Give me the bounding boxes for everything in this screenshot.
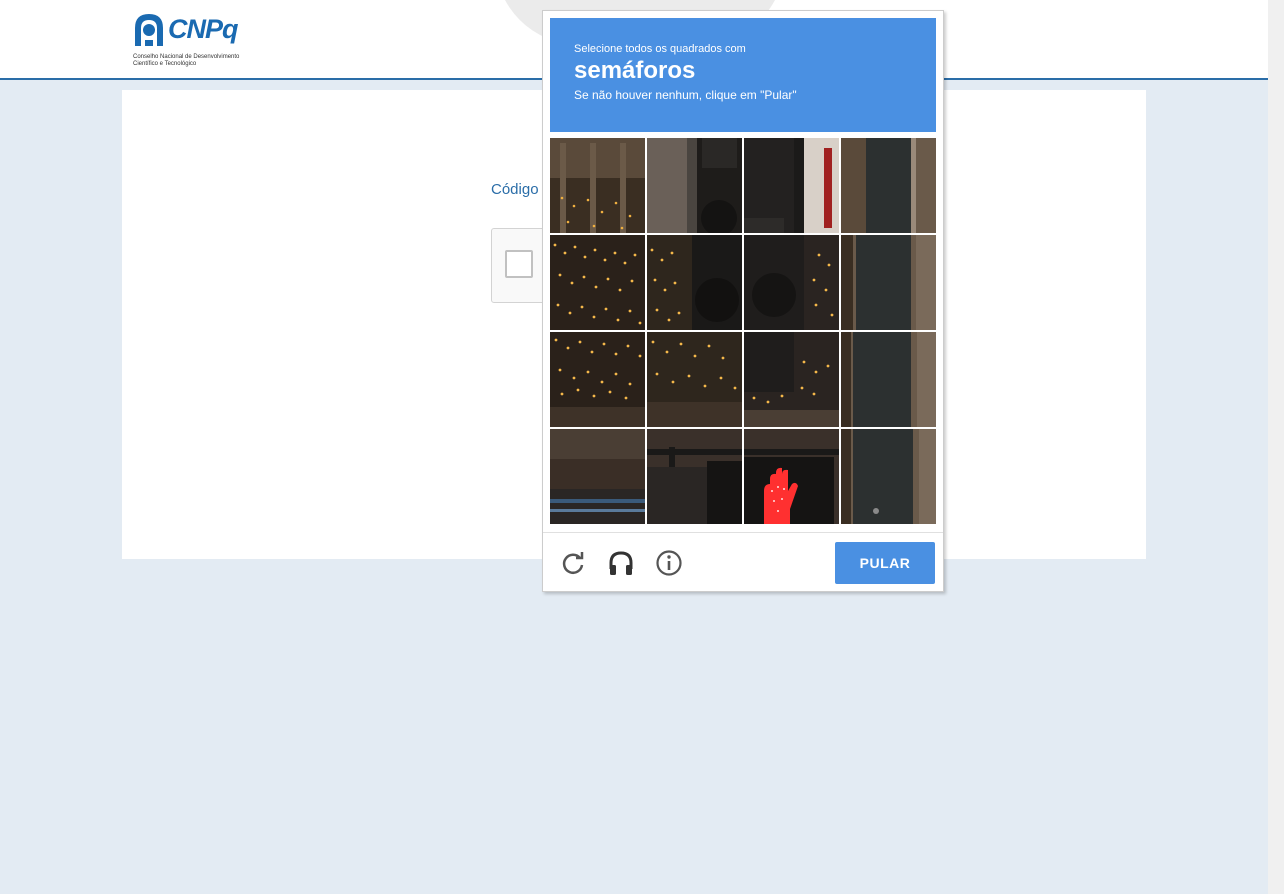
- page-scrollbar[interactable]: [1268, 0, 1284, 894]
- challenge-tile[interactable]: [841, 235, 936, 330]
- challenge-skip-hint: Se não houver nenhum, clique em "Pular": [574, 88, 797, 102]
- challenge-tile[interactable]: [744, 332, 839, 427]
- reload-icon[interactable]: [559, 549, 587, 577]
- challenge-instruction: Selecione todos os quadrados com: [574, 43, 746, 55]
- challenge-tile[interactable]: [647, 332, 742, 427]
- challenge-image-grid: [550, 138, 936, 524]
- audio-icon[interactable]: [607, 549, 635, 577]
- codigo-label: Código: [491, 181, 539, 198]
- challenge-tile[interactable]: [550, 429, 645, 524]
- skip-button[interactable]: PULAR: [835, 542, 935, 584]
- challenge-tile[interactable]: [550, 235, 645, 330]
- challenge-header: Selecione todos os quadrados com semáfor…: [550, 18, 936, 132]
- challenge-tile[interactable]: [841, 429, 936, 524]
- challenge-keyword: semáforos: [574, 57, 696, 84]
- captcha-challenge: Selecione todos os quadrados com semáfor…: [542, 10, 944, 592]
- challenge-tile[interactable]: [647, 429, 742, 524]
- challenge-tile[interactable]: [841, 332, 936, 427]
- challenge-tile[interactable]: [841, 138, 936, 233]
- challenge-tile[interactable]: [550, 138, 645, 233]
- challenge-tile[interactable]: [744, 429, 839, 524]
- logo-text: CNPq: [168, 14, 238, 44]
- challenge-tile[interactable]: [744, 138, 839, 233]
- info-icon[interactable]: [655, 549, 683, 577]
- recaptcha-checkbox[interactable]: [505, 250, 533, 278]
- challenge-footer: PULAR: [543, 532, 943, 592]
- logo-subtitle: Conselho Nacional de Desenvolvimento Cie…: [133, 54, 240, 67]
- challenge-tile[interactable]: [550, 332, 645, 427]
- cnpq-logo[interactable]: CNPq Conselho Nacional de Desenvolviment…: [131, 10, 261, 70]
- challenge-tile[interactable]: [647, 138, 742, 233]
- challenge-tile[interactable]: [647, 235, 742, 330]
- cnpq-logo-icon: [135, 14, 163, 46]
- challenge-tile[interactable]: [744, 235, 839, 330]
